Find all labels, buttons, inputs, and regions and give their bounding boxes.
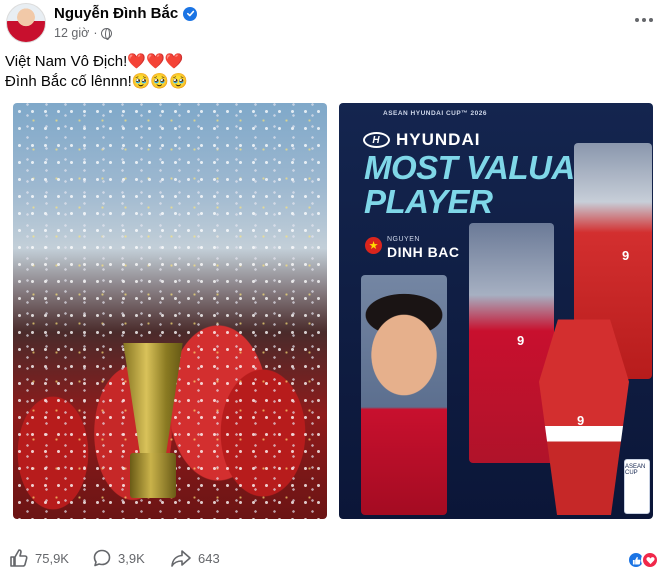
event-label: ASEAN HYUNDAI CUP™ 2026 (383, 110, 487, 117)
vietnam-flag-icon: ★ (365, 237, 382, 254)
like-icon (10, 549, 28, 567)
jersey-number: 9 (577, 413, 585, 428)
mvp-graphic-photo[interactable]: ASEAN HYUNDAI CUP™ 2026 H HYUNDAI MOST V… (339, 103, 653, 519)
post-header: Nguyễn Đình Bắc 12 giờ · (0, 0, 668, 50)
jersey-number: 9 (517, 333, 525, 348)
player-portrait-card (361, 275, 447, 515)
more-dot-icon (642, 18, 646, 22)
player-first-name: NGUYEN (387, 236, 420, 243)
share-button[interactable]: 643 (170, 548, 220, 568)
celebration-photo[interactable] (13, 103, 327, 519)
meta-separator: · (93, 26, 98, 40)
verified-badge-icon (183, 6, 198, 21)
sponsor-name: HYUNDAI (396, 130, 481, 149)
share-count: 643 (198, 550, 220, 566)
post-text-line-1: Việt Nam Vô Địch!❤️❤️❤️ (5, 53, 184, 70)
like-count: 75,9K (35, 550, 69, 566)
like-button[interactable]: 75,9K (9, 548, 69, 568)
post-text-line-2: Đình Bắc cố lênnn!🥹🥹🥹 (5, 73, 188, 90)
author-avatar[interactable] (6, 3, 46, 43)
more-dot-icon (635, 18, 639, 22)
post-text: Việt Nam Vô Địch!❤️❤️❤️ Đình Bắc cố lênn… (5, 52, 188, 92)
more-options-button[interactable] (632, 10, 656, 30)
share-icon (171, 550, 191, 567)
hyundai-logo-icon: H (363, 132, 390, 148)
post-time[interactable]: 12 giờ (54, 26, 89, 40)
author-name[interactable]: Nguyễn Đình Bắc (54, 5, 178, 22)
tournament-badge-icon: ASEAN CUP (624, 459, 650, 514)
trophy-icon (108, 343, 198, 503)
more-dot-icon (649, 18, 653, 22)
player-photo-card: 9 (469, 223, 554, 463)
comment-button[interactable]: 3,9K (92, 548, 145, 568)
comment-count: 3,9K (118, 550, 145, 566)
author-name-row: Nguyễn Đình Bắc (54, 5, 198, 22)
mvp-title-line-2: PLAYER (364, 183, 493, 220)
post-actions: 75,9K 3,9K 643 (0, 548, 668, 576)
reaction-summary[interactable] (627, 551, 659, 569)
jersey-number: 9 (622, 248, 630, 263)
player-last-name: DINH BAC (387, 244, 460, 260)
sponsor-brand: H HYUNDAI (363, 130, 480, 150)
post-meta: 12 giờ · (54, 26, 113, 40)
public-globe-icon (101, 27, 113, 40)
love-reaction-icon (641, 551, 659, 569)
comment-icon (93, 549, 111, 567)
